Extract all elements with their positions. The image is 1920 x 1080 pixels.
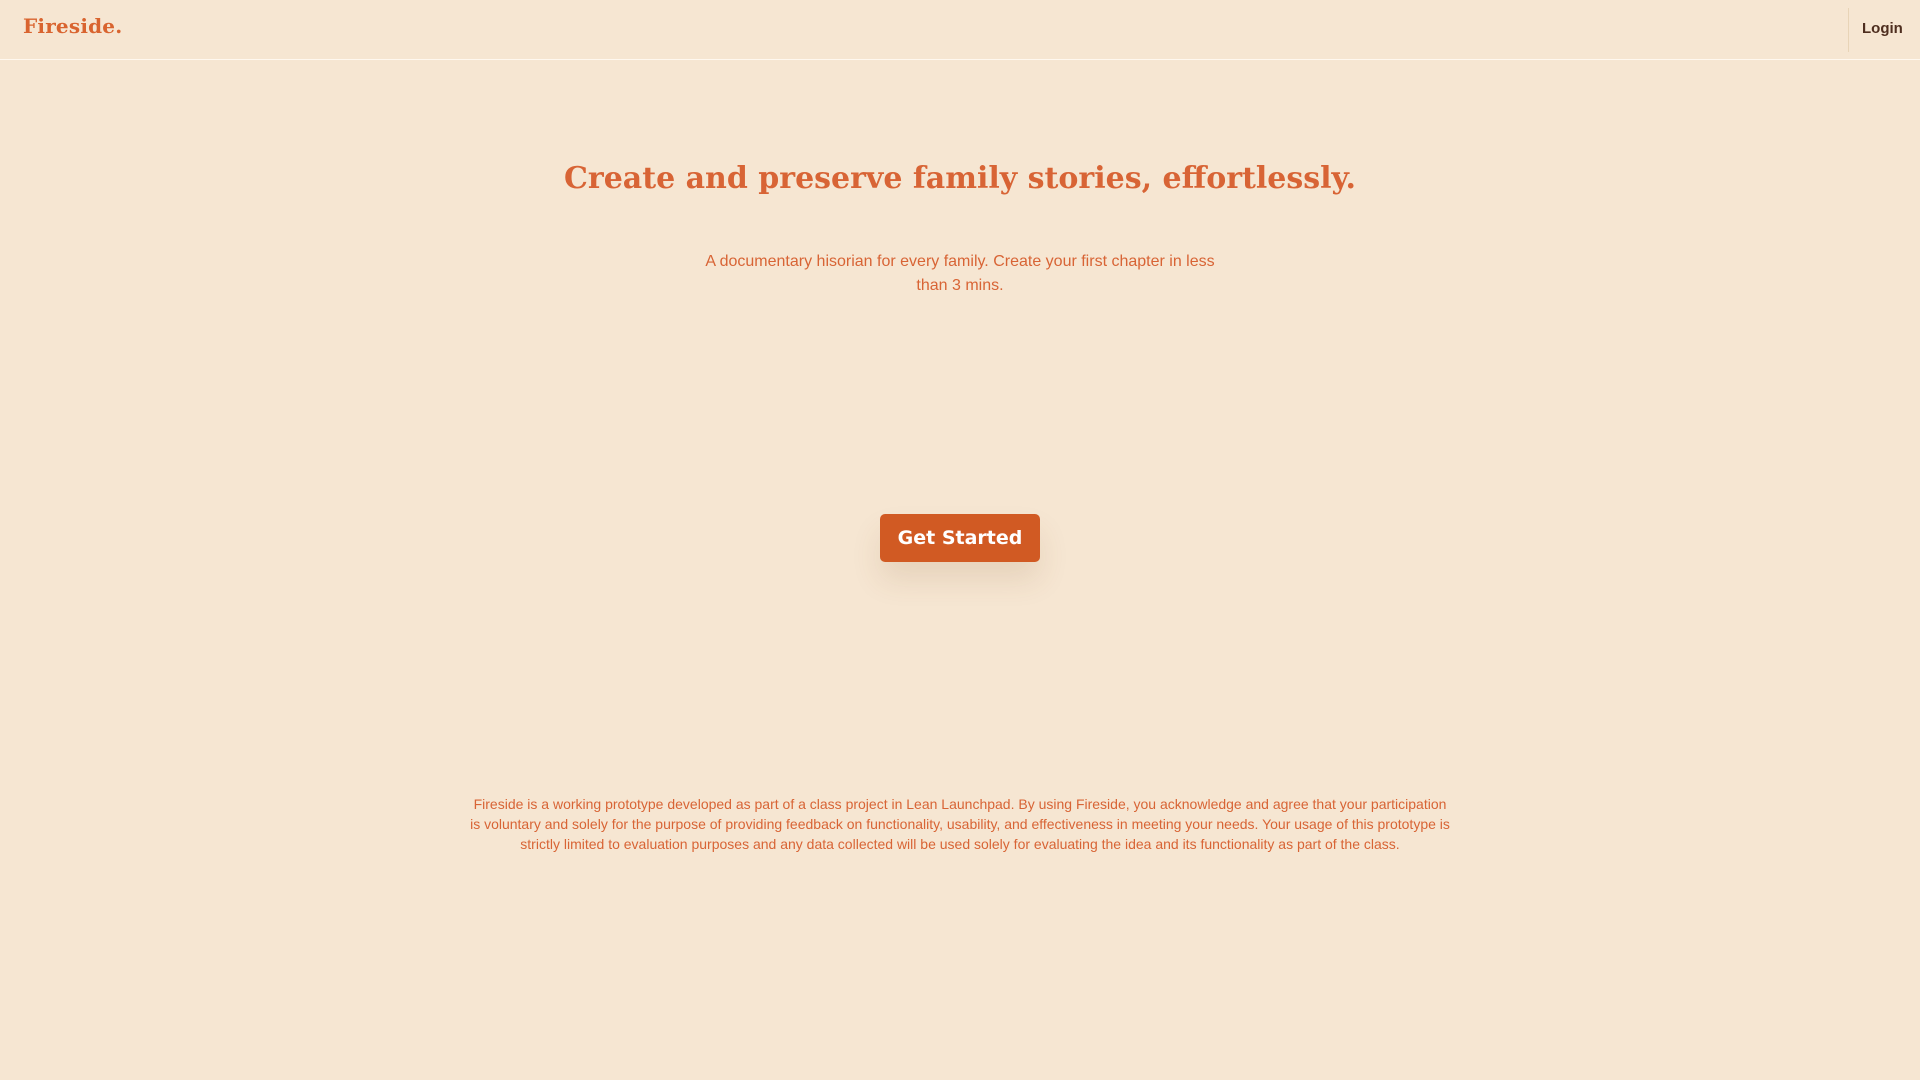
login-link[interactable]: Login bbox=[1862, 20, 1903, 37]
get-started-button[interactable]: Get Started bbox=[880, 514, 1040, 562]
fireside-logo[interactable]: Fireside. bbox=[23, 14, 122, 38]
prototype-disclaimer: Fireside is a working prototype develope… bbox=[470, 796, 1450, 852]
top-navigation-bar: Fireside. Login bbox=[0, 0, 1920, 60]
login-divider bbox=[1848, 8, 1849, 52]
hero-subtitle: A documentary hisorian for every family.… bbox=[705, 253, 1215, 294]
hero-title: Create and preserve family stories, effo… bbox=[564, 161, 1356, 196]
